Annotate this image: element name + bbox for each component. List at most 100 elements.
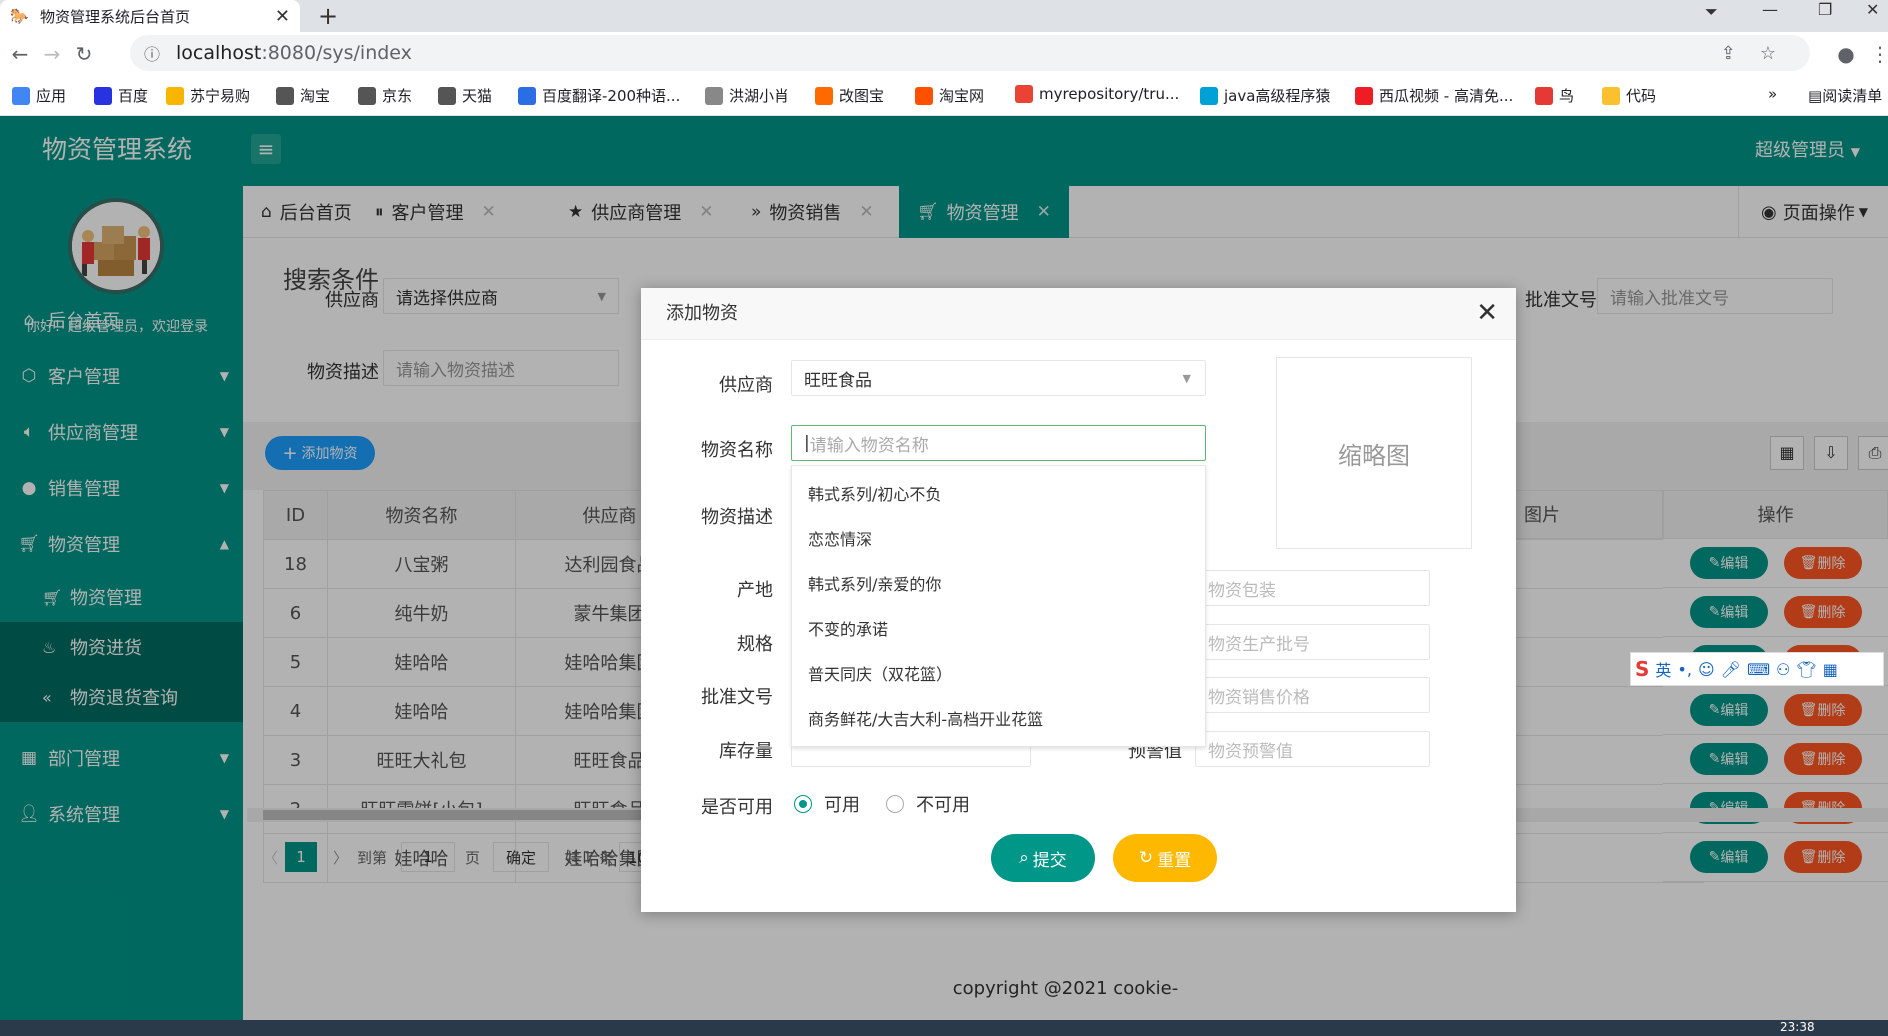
url-host: localhost — [176, 42, 262, 64]
horse-favicon-icon: 🐎 — [10, 7, 29, 25]
warn-placeholder: 物资预警值 — [1208, 741, 1293, 762]
bookmark-favicon-icon — [1015, 85, 1033, 103]
grid-icon[interactable]: ▦ — [1823, 660, 1838, 679]
bookmark-label: 百度 — [118, 87, 149, 105]
bookmark-favicon-icon — [94, 86, 112, 105]
bookmark-item[interactable]: 百度翻译-200种语... — [518, 85, 680, 106]
bookmark-favicon-icon — [1535, 86, 1553, 105]
browser-tab-strip: 🐎 物资管理系统后台首页 ✕ + ⏷ — ❐ ✕ — [0, 0, 1888, 32]
bookmark-item[interactable]: 西瓜视频 - 高清免... — [1355, 85, 1513, 106]
bookmark-label: 京东 — [382, 87, 413, 105]
ime-mode[interactable]: 英 — [1655, 657, 1671, 681]
ime-toolbar[interactable]: S 英 •, ☺ 🎤︎ ⌨ ⚇ 👕︎ ▦ — [1630, 652, 1884, 686]
restore-icon[interactable]: ❐ — [1818, 0, 1832, 20]
more-bookmarks-icon[interactable]: » — [1768, 85, 1777, 103]
close-icon[interactable]: ✕ — [1476, 300, 1498, 326]
bookmark-favicon-icon — [815, 86, 833, 105]
radio-unavailable-label: 不可用 — [916, 795, 970, 816]
caret-down-icon: ▼ — [1182, 371, 1191, 385]
skin-icon[interactable]: ⚇ — [1776, 660, 1790, 679]
bookmark-label: 应用 — [36, 87, 67, 105]
name-input[interactable]: | 请输入物资名称 — [791, 425, 1206, 461]
bookmark-item[interactable]: 应用 — [12, 85, 66, 106]
bookmarks-bar: 应用 百度 苏宁易购 淘宝 京东 天猫 百度翻译-200种语... 洪湖小肖 改图宝 淘宝网 myr… — [0, 75, 1888, 116]
suggestion-item[interactable]: 普天同庆（双花篮） — [792, 652, 1205, 697]
reload-icon[interactable]: ↻ — [68, 42, 100, 66]
url-path: :8080/sys/index — [261, 42, 412, 64]
punctuation-icon[interactable]: •, — [1677, 660, 1692, 679]
profile-icon[interactable]: ● — [1830, 42, 1862, 66]
new-tab-icon[interactable]: + — [318, 2, 338, 30]
suggestion-item[interactable]: 不变的承诺 — [792, 607, 1205, 652]
bookmark-item[interactable]: 淘宝 — [276, 85, 330, 106]
minimize-icon[interactable]: — — [1762, 0, 1778, 20]
bookmark-item[interactable]: myrepository/tru... — [1015, 85, 1179, 103]
reading-list[interactable]: ▤ 阅读清单 — [1808, 85, 1882, 106]
stock-label: 库存量 — [719, 741, 773, 762]
bookmark-favicon-icon — [276, 86, 294, 105]
price-input[interactable]: 物资销售价格 — [1195, 677, 1430, 713]
bookmark-label: 淘宝 — [300, 87, 331, 105]
thumbnail-preview[interactable]: 缩略图 — [1276, 357, 1472, 549]
pack-input[interactable]: 物资包装 — [1195, 570, 1430, 606]
tab-search-icon[interactable]: ⏷ — [1705, 2, 1718, 22]
browser-tab[interactable]: 🐎 物资管理系统后台首页 ✕ — [0, 0, 300, 32]
radio-available-label: 可用 — [824, 795, 860, 816]
approval-label: 批准文号 — [701, 687, 773, 708]
warn-input[interactable]: 物资预警值 — [1195, 731, 1430, 767]
radio-available[interactable]: 可用 — [794, 791, 860, 817]
bookmark-item[interactable]: 改图宝 — [815, 85, 884, 106]
close-tab-icon[interactable]: ✕ — [275, 6, 290, 27]
spec-label: 规格 — [737, 634, 773, 655]
bookmark-item[interactable]: java高级程序猿 — [1200, 85, 1330, 106]
name-suggestions: 韩式系列/初心不负 恋恋情深 韩式系列/亲爱的你 不变的承诺 普天同庆（双花篮） 商务鲜花… — [791, 465, 1206, 747]
radio-unavailable[interactable]: 不可用 — [886, 791, 970, 817]
os-taskbar: 23:38 — [0, 1020, 1888, 1036]
bookmark-item[interactable]: 代码 — [1602, 85, 1656, 106]
suggestion-item[interactable]: 恋恋情深 — [792, 517, 1205, 562]
thumbnail-text: 缩略图 — [1338, 441, 1410, 470]
refresh-icon: ↻ — [1138, 848, 1154, 868]
bookmark-item[interactable]: 京东 — [358, 85, 412, 106]
bookmark-favicon-icon — [12, 86, 30, 105]
batch-input[interactable]: 物资生产批号 — [1195, 624, 1430, 660]
forward-icon[interactable]: → — [36, 42, 68, 66]
bookmark-favicon-icon — [166, 86, 184, 105]
bookmark-favicon-icon — [705, 86, 723, 105]
available-label: 是否可用 — [701, 797, 773, 818]
bookmark-label: 改图宝 — [839, 87, 885, 105]
suggestion-item[interactable]: 韩式系列/初心不负 — [792, 472, 1205, 517]
info-icon[interactable]: ⓘ — [144, 41, 160, 65]
close-window-icon[interactable]: ✕ — [1866, 0, 1879, 20]
kebab-menu-icon[interactable]: ⋮ — [1864, 42, 1888, 66]
bookmark-item[interactable]: 苏宁易购 — [166, 85, 250, 106]
keyboard-icon[interactable]: ⌨ — [1747, 660, 1770, 679]
bookmark-item[interactable]: 百度 — [94, 85, 148, 106]
add-material-dialog: 添加物资 ✕ 供应商 旺旺食品 ▼ 缩略图 物资名称 | 请输入物资名称 物资描… — [641, 288, 1516, 912]
bookmark-label: 百度翻译-200种语... — [542, 87, 681, 105]
bookmark-item[interactable]: 洪湖小肖 — [705, 85, 789, 106]
bookmark-label: myrepository/tru... — [1039, 85, 1180, 103]
suggestion-item[interactable]: 韩式系列/亲爱的你 — [792, 562, 1205, 607]
submit-button[interactable]: ⌕ 提交 — [991, 834, 1095, 882]
bookmark-label: 鸟 — [1559, 87, 1575, 105]
bookmark-label: 西瓜视频 - 高清免... — [1379, 87, 1514, 105]
supplier-value: 旺旺食品 — [804, 370, 872, 391]
share-star-icons[interactable]: ⇪☆ — [1721, 43, 1800, 64]
shirt-icon[interactable]: 👕︎ — [1796, 660, 1816, 679]
back-icon[interactable]: ← — [4, 42, 36, 66]
emoji-icon[interactable]: ☺ — [1698, 660, 1715, 679]
bookmark-item[interactable]: 天猫 — [438, 85, 492, 106]
url-field[interactable]: ⓘ localhost:8080/sys/index ⇪☆ — [130, 35, 1810, 71]
browser-tab-title: 物资管理系统后台首页 — [40, 7, 191, 26]
dialog-title: 添加物资 — [641, 288, 1516, 340]
bookmark-item[interactable]: 鸟 — [1535, 85, 1574, 106]
name-placeholder: 请输入物资名称 — [809, 435, 929, 456]
bookmark-favicon-icon — [1200, 86, 1218, 105]
reset-button[interactable]: ↻ 重置 — [1113, 834, 1217, 882]
mic-icon[interactable]: 🎤︎ — [1721, 660, 1741, 679]
suggestion-item[interactable]: 商务鲜花/大吉大利-高档开业花篮 — [792, 697, 1205, 742]
supplier-select[interactable]: 旺旺食品 ▼ — [791, 360, 1206, 396]
bookmark-label: 天猫 — [462, 87, 493, 105]
bookmark-item[interactable]: 淘宝网 — [915, 85, 984, 106]
